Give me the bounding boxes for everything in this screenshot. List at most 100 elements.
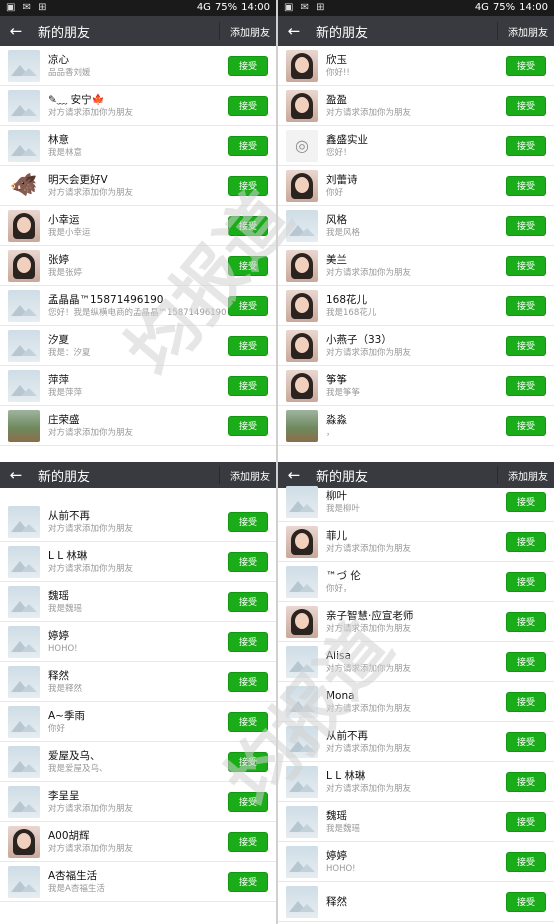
accept-button[interactable]: 接受	[228, 711, 268, 732]
avatar	[286, 289, 318, 322]
accept-button[interactable]: 接受	[506, 175, 546, 196]
friend-request-row: L L 林琳 对方请求添加你为朋友 接受	[278, 762, 554, 802]
add-friend-button[interactable]: 添加朋友	[230, 24, 270, 39]
requester-name: 孟晶晶™15871496190	[48, 293, 164, 306]
accept-button[interactable]: 接受	[506, 95, 546, 116]
accept-button[interactable]: 接受	[506, 771, 546, 792]
requester-name: 李呈呈	[48, 789, 80, 802]
back-arrow-icon[interactable]: ←	[6, 466, 26, 484]
accept-button[interactable]: 接受	[228, 415, 268, 436]
avatar-placeholder-mountain	[21, 803, 37, 812]
request-info: L L 林琳 对方请求添加你为朋友	[48, 549, 228, 575]
friend-request-row: 李呈呈 对方请求添加你为朋友 接受	[0, 782, 276, 822]
accept-button[interactable]: 接受	[506, 811, 546, 832]
accept-button[interactable]: 接受	[228, 791, 268, 812]
accept-button[interactable]: 接受	[228, 175, 268, 196]
avatar-placeholder-mountain	[299, 903, 315, 912]
accept-button[interactable]: 接受	[506, 415, 546, 436]
avatar-face	[17, 256, 31, 273]
friend-request-row: 🐗 明天会更好V 对方请求添加你为朋友 接受	[0, 166, 276, 206]
avatar	[286, 605, 318, 638]
friend-request-list: 凉心 品品香刘媛 接受 ✎﹏ 安宁🍁 对方请求添加你为朋友 接受 林意 我是林意 接受 🐗 明天会更…	[0, 46, 276, 446]
requester-name: 柳叶	[326, 489, 347, 502]
status-right: 4G 75% 14:00	[475, 0, 548, 16]
accept-button[interactable]: 接受	[506, 295, 546, 316]
request-message: 你好	[48, 723, 66, 734]
accept-button[interactable]: 接受	[506, 571, 546, 592]
accept-button[interactable]: 接受	[506, 611, 546, 632]
requester-name: 魏瑶	[326, 809, 347, 822]
accept-button[interactable]: 接受	[228, 671, 268, 692]
page-title: 新的朋友	[38, 469, 91, 485]
back-arrow-icon[interactable]: ←	[6, 22, 26, 40]
request-info: 魏瑶 我是魏瑶	[48, 589, 228, 615]
accept-button[interactable]: 接受	[506, 491, 546, 512]
accept-button[interactable]: 接受	[228, 871, 268, 892]
accept-button[interactable]: 接受	[506, 335, 546, 356]
request-message: 我是风格	[326, 227, 361, 238]
status-bar: ▣ ✉ ⊞ 4G 75% 14:00	[278, 0, 554, 16]
request-message: 品品香刘媛	[48, 67, 91, 78]
request-message: 对方请求添加你为朋友	[48, 523, 134, 534]
request-message: 我是释然	[48, 683, 83, 694]
avatar	[286, 209, 318, 242]
friend-request-row: 从前不再 对方请求添加你为朋友 接受	[0, 502, 276, 542]
accept-button[interactable]: 接受	[228, 631, 268, 652]
accept-button[interactable]: 接受	[228, 255, 268, 276]
accept-button[interactable]: 接受	[228, 591, 268, 612]
accept-button[interactable]: 接受	[228, 751, 268, 772]
friend-request-row: 爱屋及乌、 我是爱屋及乌、 接受	[0, 742, 276, 782]
request-message: HOHO!	[326, 863, 356, 874]
avatar	[286, 369, 318, 402]
requester-name: 欣玉	[326, 53, 347, 66]
avatar-face	[295, 612, 309, 629]
avatar-placeholder-mountain	[21, 683, 37, 692]
friend-request-row: 菲儿 对方请求添加你为朋友 接受	[278, 522, 554, 562]
avatar-face	[295, 56, 309, 73]
accept-button[interactable]: 接受	[228, 215, 268, 236]
requester-name: 168花儿	[326, 293, 368, 306]
friend-request-row: A~季雨 你好 接受	[0, 702, 276, 742]
accept-button[interactable]: 接受	[228, 135, 268, 156]
request-info: Mona 对方请求添加你为朋友	[326, 689, 506, 715]
request-info: 淼淼，	[326, 413, 506, 439]
avatar-placeholder-mountain	[21, 523, 37, 532]
avatar-placeholder-mountain	[299, 703, 315, 712]
accept-button[interactable]: 接受	[228, 511, 268, 532]
accept-button[interactable]: 接受	[506, 731, 546, 752]
accept-button[interactable]: 接受	[228, 335, 268, 356]
accept-button[interactable]: 接受	[506, 851, 546, 872]
request-info: 林意 我是林意	[48, 133, 228, 159]
accept-button[interactable]: 接受	[506, 55, 546, 76]
add-friend-button[interactable]: 添加朋友	[508, 468, 548, 483]
request-info: 凉心 品品香刘媛	[48, 53, 228, 79]
accept-button[interactable]: 接受	[228, 375, 268, 396]
requester-name: 婷婷	[326, 849, 347, 862]
accept-button[interactable]: 接受	[228, 831, 268, 852]
accept-button[interactable]: 接受	[506, 691, 546, 712]
avatar-placeholder-mountain	[21, 883, 37, 892]
request-info: 庄荣盛 对方请求添加你为朋友	[48, 413, 228, 439]
accept-button[interactable]: 接受	[506, 375, 546, 396]
friend-request-row: 淼淼，接受	[278, 406, 554, 446]
add-friend-button[interactable]: 添加朋友	[230, 468, 270, 483]
accept-button[interactable]: 接受	[228, 295, 268, 316]
accept-button[interactable]: 接受	[228, 551, 268, 572]
request-info: 释然	[326, 895, 506, 909]
requester-name: A~季雨	[48, 709, 85, 722]
accept-button[interactable]: 接受	[506, 255, 546, 276]
accept-button[interactable]: 接受	[506, 891, 546, 912]
avatar-placeholder-mountain	[21, 763, 37, 772]
accept-button[interactable]: 接受	[506, 651, 546, 672]
accept-button[interactable]: 接受	[506, 215, 546, 236]
requester-name: 小幸运	[48, 213, 80, 226]
accept-button[interactable]: 接受	[228, 55, 268, 76]
accept-button[interactable]: 接受	[228, 95, 268, 116]
requester-name: 张婷	[48, 253, 69, 266]
back-arrow-icon[interactable]: ←	[284, 22, 304, 40]
accept-button[interactable]: 接受	[506, 531, 546, 552]
avatar	[286, 565, 318, 598]
accept-button[interactable]: 接受	[506, 135, 546, 156]
add-friend-button[interactable]: 添加朋友	[508, 24, 548, 39]
avatar-face	[295, 532, 309, 549]
